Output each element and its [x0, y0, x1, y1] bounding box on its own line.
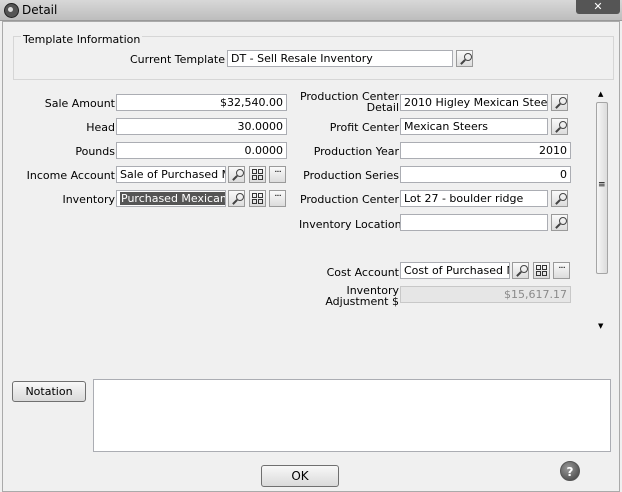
income-account-search-icon[interactable] [228, 166, 245, 183]
close-button[interactable]: ✕ [576, 0, 620, 14]
scroll-down-icon[interactable]: ▼ [598, 322, 603, 330]
income-account-label: Income Account [26, 169, 115, 182]
income-account-field[interactable]: Sale of Purchased Mex [116, 166, 226, 183]
cost-account-grid-icon[interactable] [533, 262, 550, 279]
production-center-detail-search-icon[interactable] [551, 94, 568, 111]
dialog-body: Template Information Current Template DT… [2, 21, 620, 492]
inventory-location-search-icon[interactable] [551, 214, 568, 231]
scroll-up-icon[interactable]: ▲ [598, 90, 603, 98]
current-template-field[interactable]: DT - Sell Resale Inventory [227, 50, 453, 67]
income-account-more-icon[interactable]: ··· [269, 166, 286, 183]
income-account-grid-icon[interactable] [249, 166, 266, 183]
inventory-label: Inventory [62, 193, 115, 206]
cost-account-field[interactable]: Cost of Purchased Mkt [400, 262, 510, 279]
production-center-search-icon[interactable] [551, 190, 568, 207]
window-title: Detail [22, 3, 58, 17]
inventory-field[interactable]: Purchased Mexican St [116, 190, 226, 207]
production-year-field[interactable]: 2010 [400, 142, 571, 159]
inventory-more-icon[interactable]: ··· [269, 190, 286, 207]
template-group-label: Template Information [21, 33, 143, 46]
inventory-selected-text: Purchased Mexican St [120, 192, 225, 205]
production-year-label: Production Year [313, 145, 399, 158]
title-bar: Detail ✕ [0, 0, 622, 21]
scroll-thumb[interactable]: ≡ [596, 102, 608, 274]
profit-center-search-icon[interactable] [551, 118, 568, 135]
inventory-search-icon[interactable] [228, 190, 245, 207]
head-field[interactable]: 30.0000 [116, 118, 287, 135]
production-center-field[interactable]: Lot 27 - boulder ridge [400, 190, 548, 207]
app-icon [4, 3, 19, 18]
production-center-label: Production Center [299, 193, 399, 206]
inventory-grid-icon[interactable] [249, 190, 266, 207]
sale-amount-label: Sale Amount [44, 97, 115, 110]
profit-center-label: Profit Center [329, 121, 399, 134]
inventory-adjustment-label: Inventory Adjustment $ [325, 284, 399, 308]
inventory-location-field[interactable] [400, 214, 548, 231]
notation-button[interactable]: Notation [12, 381, 86, 402]
ok-button[interactable]: OK [261, 465, 339, 487]
notation-textarea[interactable] [93, 379, 611, 452]
production-center-detail-field[interactable]: 2010 Higley Mexican Steers [400, 94, 548, 111]
production-center-detail-label: Production Center Detail [299, 90, 399, 114]
vertical-scrollbar[interactable]: ▲ ≡ ▼ [595, 88, 609, 334]
pounds-field[interactable]: 0.0000 [116, 142, 287, 159]
cost-account-search-icon[interactable] [512, 262, 529, 279]
production-series-field[interactable]: 0 [400, 166, 571, 183]
inventory-location-label: Inventory Location [299, 218, 402, 231]
sale-amount-field[interactable]: $32,540.00 [116, 94, 287, 111]
current-template-search-icon[interactable] [456, 50, 473, 67]
production-series-label: Production Series [303, 169, 399, 182]
pounds-label: Pounds [75, 145, 115, 158]
inventory-adjustment-field: $15,617.17 [400, 286, 571, 303]
profit-center-field[interactable]: Mexican Steers [400, 118, 548, 135]
head-label: Head [86, 121, 115, 134]
cost-account-label: Cost Account [326, 266, 399, 279]
scroll-grip-icon: ≡ [598, 180, 606, 190]
cost-account-more-icon[interactable]: ··· [553, 262, 570, 279]
help-icon[interactable]: ? [560, 461, 580, 481]
current-template-label: Current Template [129, 53, 225, 66]
